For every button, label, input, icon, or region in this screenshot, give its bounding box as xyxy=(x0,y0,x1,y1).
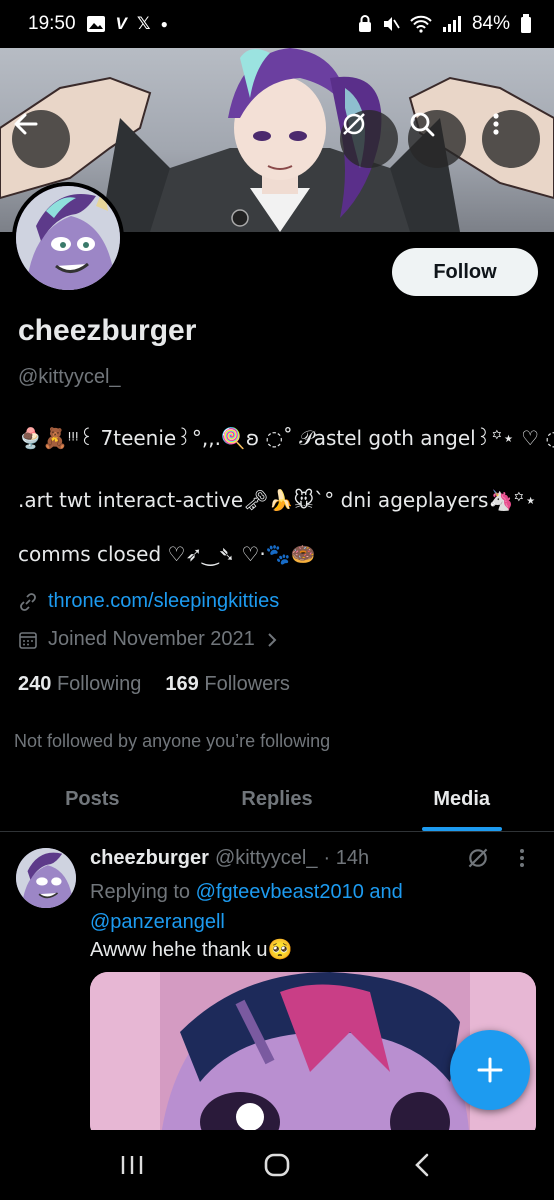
not-followed-note: Not followed by anyone you’re following xyxy=(14,731,331,751)
followers-link[interactable]: 169 Followers xyxy=(165,673,290,696)
recents-button[interactable] xyxy=(102,1140,162,1190)
more-button[interactable] xyxy=(482,110,540,168)
joined-row[interactable]: Joined November 2021 xyxy=(18,628,279,651)
compose-fab[interactable] xyxy=(450,1030,530,1110)
mention-2[interactable]: @panzerangell xyxy=(90,911,225,933)
more-vertical-icon xyxy=(520,849,524,867)
following-label: Following xyxy=(56,673,142,695)
profile-avatar[interactable] xyxy=(12,182,124,294)
display-name: cheezburger xyxy=(18,314,197,347)
back-button[interactable] xyxy=(12,110,70,168)
followers-count: 169 xyxy=(165,673,199,695)
mention-1[interactable]: @fgteevbeast2010 xyxy=(196,881,364,903)
tab-posts[interactable]: Posts xyxy=(0,768,185,831)
post-header: cheezburger @kittyycel_ · 14h xyxy=(90,847,369,870)
more-vertical-icon xyxy=(493,113,499,135)
search-icon xyxy=(410,112,435,137)
grok-icon xyxy=(468,848,488,868)
grok-button[interactable] xyxy=(340,110,398,168)
follow-counts: 240 Following 169 Followers xyxy=(18,673,290,696)
signal-icon xyxy=(442,15,462,33)
profile-link-row[interactable]: throne.com/sleepingkitties xyxy=(18,590,279,613)
post-replying-to: Replying to @fgteevbeast2010 and @panzer… xyxy=(90,877,450,937)
bio-line-1: 🍨🧸ᵎᵎᵎ꒰ 7teenie꒱°,,.🍭ʚ ◌˚ 𝒫astel goth ang… xyxy=(18,426,554,450)
avatar-image xyxy=(16,186,120,290)
v-app-icon: V xyxy=(115,14,127,33)
followers-label: Followers xyxy=(204,673,290,695)
replying-prefix: Replying to xyxy=(90,881,191,903)
mention-and: and xyxy=(369,881,403,903)
lock-icon xyxy=(358,15,372,33)
nav-back-icon xyxy=(414,1153,428,1177)
home-icon xyxy=(264,1153,290,1177)
system-nav-bar xyxy=(0,1130,554,1200)
post-author-name[interactable]: cheezburger xyxy=(90,847,209,870)
bio-line-2: .art twt interact-active🗝🍌🐭ˋ° dni agepla… xyxy=(18,488,537,512)
follow-button[interactable]: Follow xyxy=(392,248,538,296)
tab-media[interactable]: Media xyxy=(369,768,554,831)
wifi-icon xyxy=(410,15,432,33)
calendar-icon xyxy=(19,631,37,649)
link-icon xyxy=(20,592,36,611)
joined-date: Joined November 2021 xyxy=(48,628,255,650)
arrow-left-icon xyxy=(14,113,38,135)
profile-tabs: Posts Replies Media xyxy=(0,768,554,832)
post-grok-button[interactable] xyxy=(466,846,490,875)
tab-replies[interactable]: Replies xyxy=(185,768,370,831)
status-bar: 19:50 V 𝕏 ● 84% xyxy=(0,0,554,48)
post-more-button[interactable] xyxy=(516,846,528,876)
dot-icon: ● xyxy=(160,17,168,31)
post-time: · 14h xyxy=(323,847,370,869)
profile-link[interactable]: throne.com/sleepingkitties xyxy=(48,590,279,613)
x-app-icon: 𝕏 xyxy=(136,14,151,33)
bio-line-3: comms closed ♡➶‿➴ ♡·🐾🍩 xyxy=(18,542,316,566)
chevron-right-icon xyxy=(268,632,277,647)
nav-back-button[interactable] xyxy=(392,1140,452,1190)
following-link[interactable]: 240 Following xyxy=(18,673,141,696)
post-avatar-image xyxy=(16,848,76,908)
following-count: 240 xyxy=(18,673,52,695)
recents-icon xyxy=(122,1156,143,1174)
battery-percent: 84% xyxy=(471,13,510,34)
battery-icon xyxy=(520,14,532,34)
profile-handle: @kittyycel_ xyxy=(18,366,121,388)
post-author-handle[interactable]: @kittyycel_ xyxy=(215,847,318,870)
grok-icon xyxy=(343,113,365,135)
search-button[interactable] xyxy=(408,110,466,168)
post-avatar[interactable] xyxy=(16,848,76,908)
home-button[interactable] xyxy=(247,1140,307,1190)
status-time: 19:50 xyxy=(28,13,76,34)
post-text: Awww hehe thank u🥺 xyxy=(90,939,293,961)
mute-icon xyxy=(382,15,400,33)
gallery-icon xyxy=(86,15,106,33)
plus-icon xyxy=(477,1057,503,1083)
